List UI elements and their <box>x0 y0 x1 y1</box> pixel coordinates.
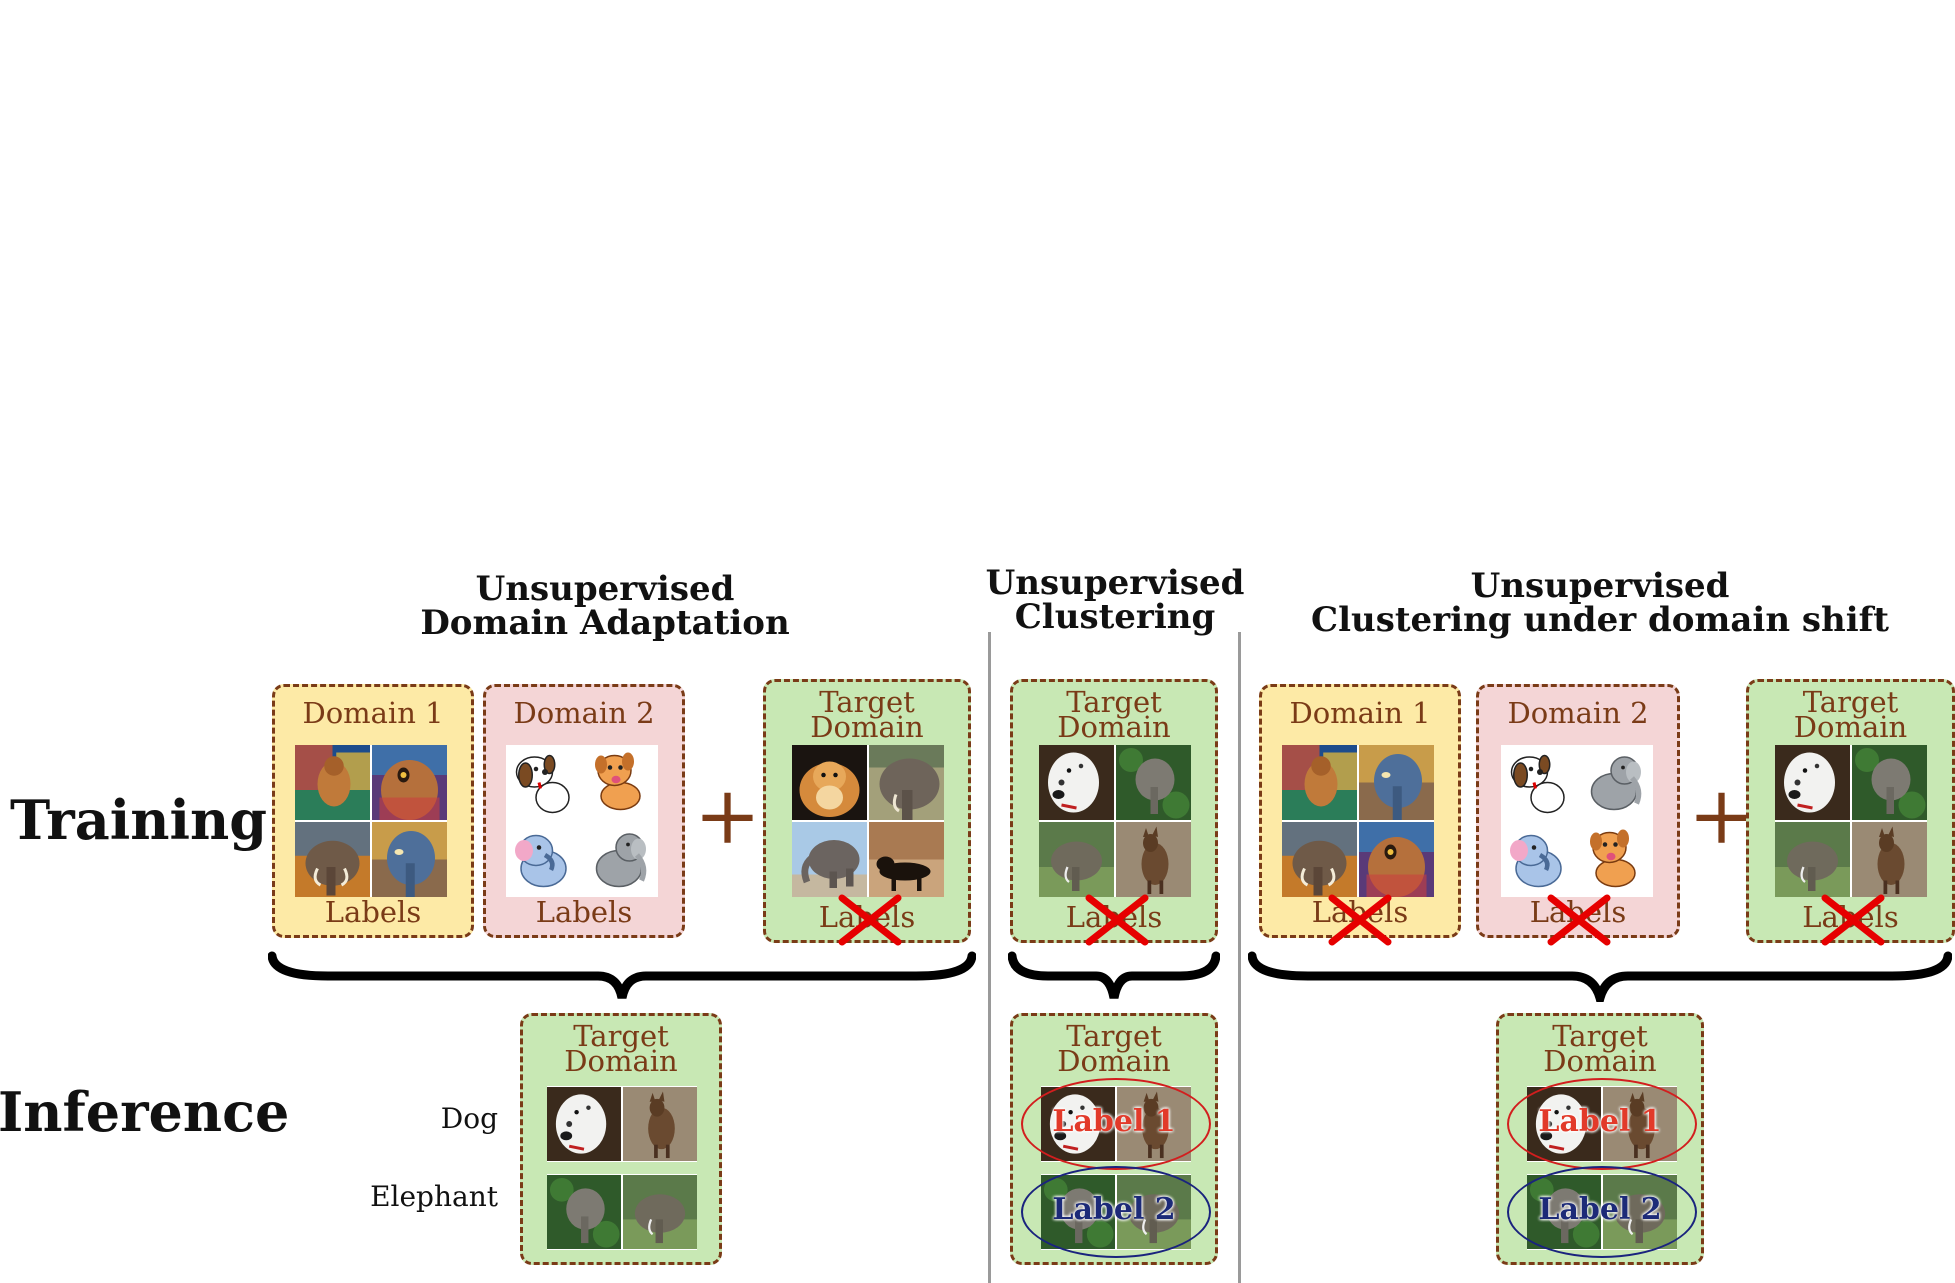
cartoon-elephant-image <box>1501 822 1576 897</box>
uc-target-title-line2: Domain <box>1057 710 1171 744</box>
cartoon-dog-image <box>1501 745 1576 820</box>
uc-target-images <box>1039 745 1191 897</box>
row-label-inference: Inference <box>0 1080 290 1144</box>
photo-elephant-image <box>1116 745 1191 820</box>
uda-target-title: Target Domain <box>766 688 968 744</box>
ucds-target-box: Target Domain Labels <box>1746 679 1955 946</box>
cartoon-elephant-image <box>506 822 581 897</box>
uc-target-title: Target Domain <box>1013 688 1215 744</box>
painting-dog-image <box>1282 745 1357 820</box>
uda-target-box: Target Domain Labels <box>763 679 971 946</box>
cluster-label-1: Label 1 <box>1538 1104 1662 1139</box>
section-title-uda: Unsupervised Domain Adaptation <box>380 572 830 640</box>
cartoon-elephant-image <box>583 822 658 897</box>
painting-elephant-image <box>372 822 447 897</box>
uda-domain1-title: Domain 1 <box>302 696 444 730</box>
uda-domain2-labels: Labels <box>535 895 633 929</box>
photo-elephant-image <box>623 1174 697 1250</box>
ucds-target-images <box>1775 745 1927 897</box>
no-labels-cross-icon <box>1821 894 1885 946</box>
no-labels-cross-icon <box>838 894 902 946</box>
uda-inference-box: Target Domain <box>520 1013 722 1265</box>
section-title-uda-line1: Unsupervised <box>475 569 735 609</box>
ucds-target-title-line2: Domain <box>1793 710 1908 744</box>
section-title-uc-line1: Unsupervised <box>985 563 1245 603</box>
uc-inference-title-line2: Domain <box>1057 1044 1171 1078</box>
photo-elephant-image <box>869 745 944 820</box>
uda-target-images <box>792 745 944 897</box>
uda-inference-dog-images <box>547 1086 697 1162</box>
no-labels-cross-icon <box>1085 894 1149 946</box>
ucds-domain1-title: Domain 1 <box>1289 696 1431 730</box>
painting-elephant-image <box>1359 745 1434 820</box>
uc-target-box: Target Domain Labels <box>1010 679 1218 946</box>
uc-inference-title: Target Domain <box>1013 1022 1215 1078</box>
section-title-uc: Unsupervised Clustering <box>980 566 1250 634</box>
uda-domain2-title: Domain 2 <box>513 696 655 730</box>
uda-domain1-box: Domain 1 Labels <box>272 684 474 938</box>
photo-elephant-image <box>547 1174 621 1250</box>
uda-domain2-images <box>506 745 658 897</box>
uda-plus-sign: + <box>694 769 762 862</box>
cluster-label-2: Label 2 <box>1052 1192 1176 1227</box>
ucds-target-title: Target Domain <box>1749 688 1952 744</box>
section-title-ucds-line1: Unsupervised <box>1470 566 1730 606</box>
photo-dog-image <box>547 1086 621 1162</box>
photo-dog-image <box>1775 745 1850 820</box>
uda-brace <box>268 951 976 1000</box>
photo-dog-image <box>623 1086 697 1162</box>
painting-dog-image <box>372 745 447 820</box>
photo-elephant-image <box>1852 745 1927 820</box>
painting-dog-image <box>295 745 370 820</box>
photo-dog-image <box>1116 822 1191 897</box>
section-title-uc-line2: Clustering <box>1014 597 1216 637</box>
ucds-plus-sign: + <box>1688 769 1756 862</box>
uda-domain1-labels: Labels <box>324 895 422 929</box>
ucds-domain2-title: Domain 2 <box>1507 696 1649 730</box>
section-title-ucds-line2: Clustering under domain shift <box>1311 600 1889 640</box>
section-title-uda-line2: Domain Adaptation <box>420 603 790 643</box>
ucds-brace <box>1248 951 1952 1002</box>
row-label-training: Training <box>10 788 268 852</box>
ucds-domain2-box: Domain 2 Labels <box>1476 684 1680 946</box>
photo-dog-image <box>1852 822 1927 897</box>
cartoon-dog-image <box>506 745 581 820</box>
ucds-inference-title-line2: Domain <box>1543 1044 1657 1078</box>
photo-elephant-image <box>1039 822 1114 897</box>
ucds-inference-title: Target Domain <box>1499 1022 1701 1078</box>
cluster-label-2: Label 2 <box>1538 1192 1662 1227</box>
inference-label-elephant: Elephant <box>370 1180 498 1213</box>
uc-inference-box: Target Domain Label 1 Label 2 <box>1010 1013 1218 1265</box>
ucds-inference-box: Target Domain Label 1 Label 2 <box>1496 1013 1704 1265</box>
photo-dog-image <box>1039 745 1114 820</box>
cartoon-dog-image <box>1578 822 1653 897</box>
painting-dog-image <box>1359 822 1434 897</box>
painting-elephant-image <box>1282 822 1357 897</box>
no-labels-cross-icon <box>1328 894 1392 946</box>
uda-inference-elephant-images <box>547 1174 697 1250</box>
uda-inference-title-line2: Domain <box>564 1044 678 1078</box>
cartoon-elephant-image <box>1578 745 1653 820</box>
uda-target-title-line2: Domain <box>810 710 924 744</box>
ucds-domain2-images <box>1501 745 1653 897</box>
inference-label-dog: Dog <box>440 1102 498 1135</box>
uda-domain2-box: Domain 2 Labels <box>483 684 685 938</box>
uda-domain1-images <box>295 745 447 897</box>
painting-elephant-image <box>295 822 370 897</box>
photo-dog-image <box>869 822 944 897</box>
separator-left <box>988 632 991 1283</box>
cluster-label-1: Label 1 <box>1052 1104 1176 1139</box>
no-labels-cross-icon <box>1547 894 1611 946</box>
photo-elephant-image <box>792 822 867 897</box>
uda-inference-title: Target Domain <box>523 1022 719 1078</box>
cartoon-dog-image <box>583 745 658 820</box>
photo-dog-image <box>792 745 867 820</box>
ucds-domain1-images <box>1282 745 1434 897</box>
separator-right <box>1238 632 1241 1283</box>
section-title-ucds: Unsupervised Clustering under domain shi… <box>1290 569 1910 637</box>
photo-elephant-image <box>1775 822 1850 897</box>
uc-brace <box>1008 951 1220 999</box>
ucds-domain1-box: Domain 1 Labels <box>1259 684 1461 946</box>
